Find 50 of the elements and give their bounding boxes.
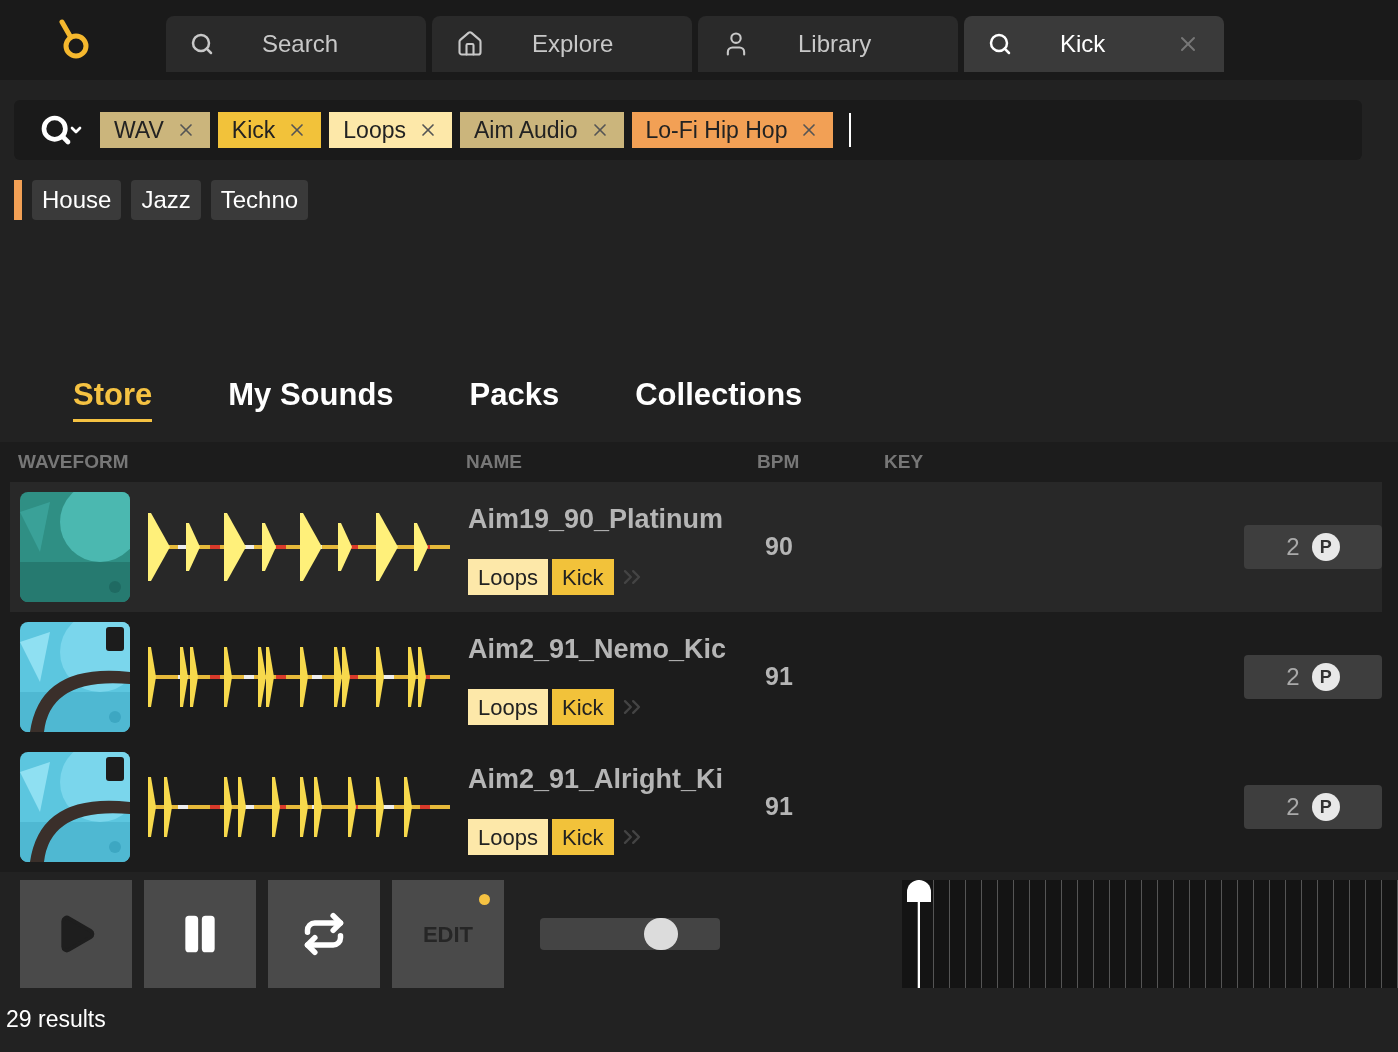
playhead-handle[interactable] bbox=[907, 880, 932, 902]
filter-tag[interactable]: Loops bbox=[329, 112, 452, 148]
sound-name[interactable]: Aim19_90_Platinum bbox=[468, 498, 748, 540]
search-icon bbox=[988, 32, 1012, 56]
suggestion-chip[interactable]: House bbox=[32, 180, 122, 220]
volume-slider[interactable] bbox=[540, 918, 720, 950]
text-cursor bbox=[849, 113, 852, 147]
pause-button[interactable] bbox=[144, 880, 256, 988]
loop-icon bbox=[302, 912, 346, 956]
credits-button[interactable]: 2 P bbox=[1244, 785, 1382, 829]
accent-bar bbox=[14, 180, 22, 220]
nav-tab[interactable]: Kick bbox=[964, 16, 1224, 72]
tag[interactable]: Kick bbox=[551, 689, 614, 726]
bpm-value: 91 bbox=[765, 661, 794, 693]
loop-button[interactable] bbox=[268, 880, 380, 988]
section-tab[interactable]: Store bbox=[73, 372, 153, 422]
suggestion-chip[interactable]: Jazz bbox=[131, 180, 201, 220]
nav-tab[interactable]: Search bbox=[166, 16, 426, 72]
sound-name[interactable]: Aim2_91_Alright_Ki bbox=[468, 758, 748, 800]
results-count: 29 results bbox=[6, 1006, 106, 1032]
slider-thumb[interactable] bbox=[643, 918, 678, 950]
nav-tab[interactable]: Library bbox=[698, 16, 958, 72]
tag[interactable]: Loops bbox=[468, 559, 548, 596]
search-bar[interactable]: WAV Kick Loops Aim Audio Lo-Fi Hip Hop bbox=[14, 100, 1362, 160]
nav-tab[interactable]: Explore bbox=[432, 16, 692, 72]
section-tab[interactable]: Packs bbox=[469, 372, 560, 422]
tag[interactable]: Kick bbox=[551, 819, 614, 856]
suggestion-chip[interactable]: Techno bbox=[210, 180, 309, 220]
filter-tag[interactable]: Lo-Fi Hip Hop bbox=[631, 112, 834, 148]
section-tab[interactable]: Collections bbox=[635, 372, 803, 422]
filter-tag[interactable]: WAV bbox=[100, 112, 210, 148]
credits-button[interactable]: 2 P bbox=[1244, 525, 1382, 569]
tag[interactable]: Kick bbox=[551, 559, 614, 596]
bpm-value: 90 bbox=[765, 531, 794, 563]
column-header: WAVEFORM bbox=[18, 449, 130, 474]
sound-name[interactable]: Aim2_91_Nemo_Kic bbox=[468, 628, 748, 670]
search-icon bbox=[190, 32, 214, 56]
column-header: BPM bbox=[757, 449, 801, 474]
home-icon bbox=[456, 30, 484, 58]
credits-button[interactable]: 2 P bbox=[1244, 655, 1382, 699]
filter-tag[interactable]: Aim Audio bbox=[459, 112, 624, 148]
section-tab[interactable]: My Sounds bbox=[228, 372, 394, 422]
column-header: NAME bbox=[466, 449, 523, 474]
bpm-value: 91 bbox=[765, 791, 794, 823]
filter-tag[interactable]: Kick bbox=[217, 112, 322, 148]
column-header: KEY bbox=[884, 449, 924, 474]
search-icon[interactable] bbox=[40, 114, 84, 146]
tag[interactable]: Loops bbox=[468, 819, 548, 856]
sound-row[interactable]: Aim19_90_Platinum Loops Kick 90 2 P bbox=[10, 482, 1382, 612]
tag[interactable]: Loops bbox=[468, 689, 548, 726]
